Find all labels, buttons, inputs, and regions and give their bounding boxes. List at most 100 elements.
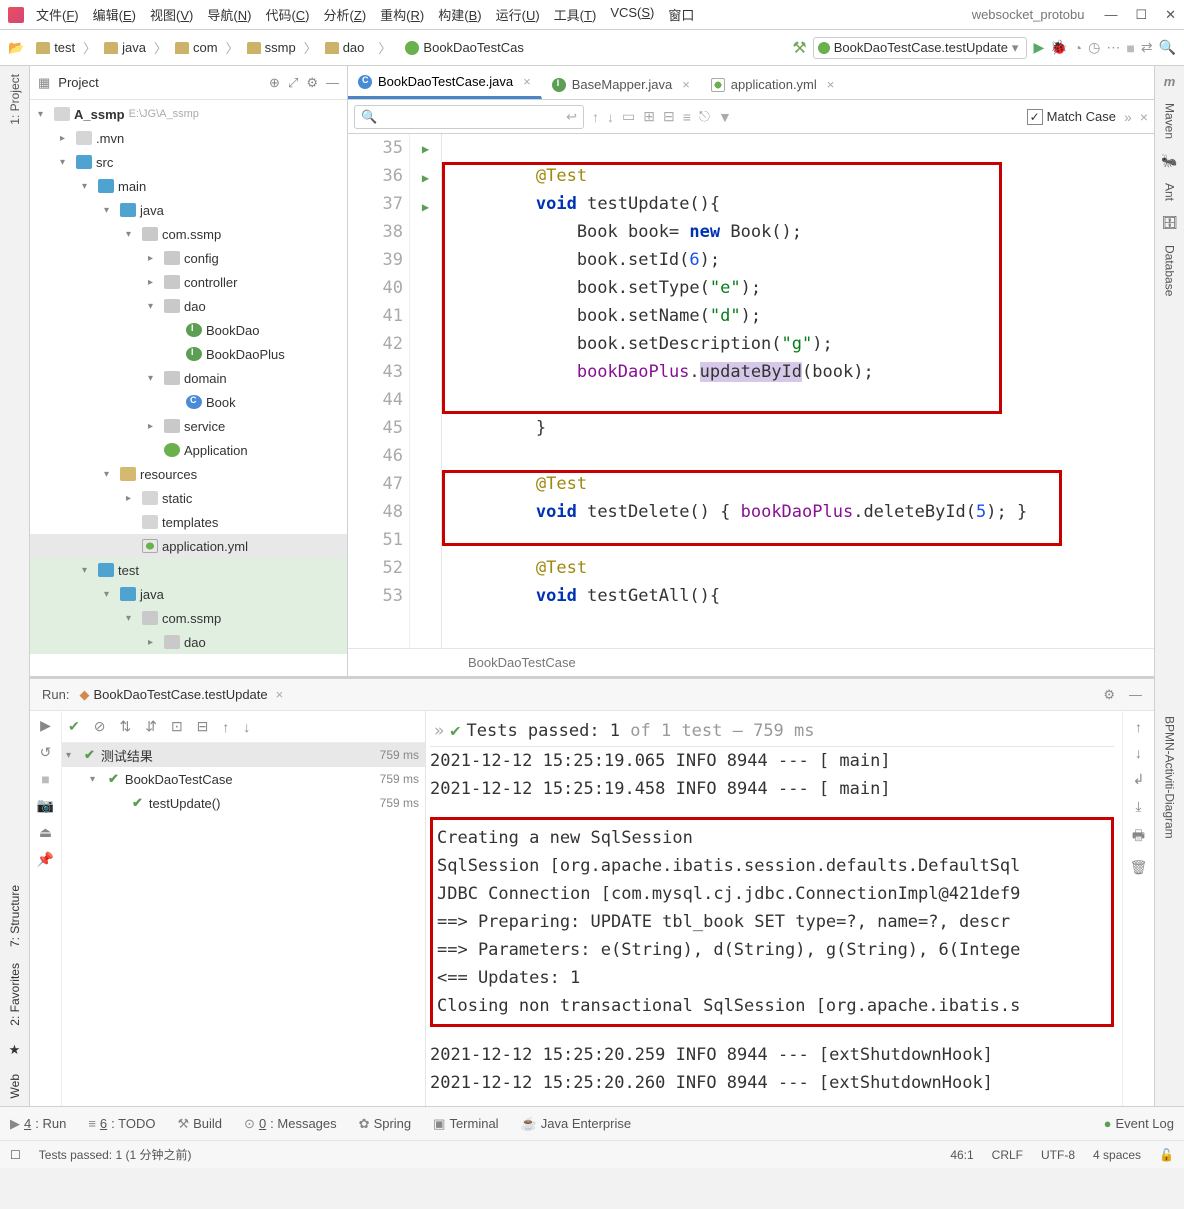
run-config-tab[interactable]: ◆ BookDaoTestCase.testUpdate × [79,687,283,703]
run-hide-icon[interactable]: — [1129,687,1142,703]
sort-dur-icon[interactable]: ⇵ [145,718,157,735]
tree-item[interactable]: ▾resources [30,462,347,486]
tool-maven-tab[interactable]: Maven [1163,103,1177,139]
database-icon[interactable]: 🗄 [1161,215,1178,231]
tree-item[interactable]: ▾main [30,174,347,198]
tree-item[interactable]: ▸service [30,414,347,438]
expand-all-icon[interactable]: ⤢ [288,75,298,91]
breadcrumb-item[interactable]: dao [319,38,371,57]
expand-icon[interactable]: ⊡ [171,718,183,735]
tree-item[interactable]: templates [30,510,347,534]
tree-item[interactable]: ▾java [30,198,347,222]
close-tab-icon[interactable]: × [827,77,835,92]
tool-favorites-tab[interactable]: 2: Favorites [8,963,22,1026]
next-test-icon[interactable]: ↓ [243,719,250,735]
tree-item[interactable]: ▾test [30,558,347,582]
stop-run-icon[interactable]: ■ [41,771,49,787]
event-log-tab[interactable]: ● Event Log [1104,1116,1174,1131]
run-icon[interactable]: ▶ [1033,39,1044,56]
test-tree-item[interactable]: ▾✔BookDaoTestCase759 ms [62,767,425,791]
tree-item[interactable]: ▸dao [30,630,347,654]
prev-test-icon[interactable]: ↑ [222,719,229,735]
scroll-up-icon[interactable]: ↑ [1135,719,1142,735]
menu-item[interactable]: 分析(Z) [324,5,367,24]
close-findbar-icon[interactable]: × [1140,109,1148,125]
tool-web-tab[interactable]: Web [8,1074,22,1098]
show-passed-icon[interactable]: ✔ [68,718,80,735]
run-settings-icon[interactable]: ⚙ [1103,687,1115,703]
editor-tab[interactable]: BaseMapper.java× [542,70,701,99]
pin-icon[interactable]: ⎋ [699,108,710,125]
caret-pos[interactable]: 46:1 [950,1148,973,1162]
gear-icon[interactable]: ⚙ [306,75,318,91]
find-input[interactable]: 🔍 ↩ [354,105,584,129]
tree-item[interactable]: ▾java [30,582,347,606]
maven-m-icon[interactable]: m [1164,74,1176,89]
update-icon[interactable]: ⇄ [1141,39,1153,56]
code-editor[interactable]: 3536373839404142434445464748515253 ▶▶▶ @… [348,134,1154,648]
tool-database-tab[interactable]: Database [1163,245,1177,296]
editor-tab[interactable]: BookDaoTestCase.java× [348,67,542,99]
bottom-tab[interactable]: ▣ Terminal [433,1116,498,1132]
maximize-icon[interactable]: ☐ [1135,7,1147,23]
history-icon[interactable]: ↩ [566,109,577,125]
tree-item[interactable]: BookDaoPlus [30,342,347,366]
tool-bpmn-tab[interactable]: BPMN-Activiti-Diagram [1163,716,1177,839]
tree-item[interactable]: application.yml [30,534,347,558]
menu-item[interactable]: 窗口 [668,5,694,24]
ant-icon[interactable]: 🐜 [1161,153,1177,169]
exit-icon[interactable]: ⏏ [39,824,52,841]
editor-breadcrumb[interactable]: BookDaoTestCase [348,648,1154,676]
close-icon[interactable]: ✕ [1165,7,1176,23]
dump-icon[interactable]: 📷 [37,797,54,814]
bottom-tab[interactable]: ⚒ Build [177,1116,222,1132]
tree-item[interactable]: Book [30,390,347,414]
menu-item[interactable]: 重构(R) [380,5,424,24]
profile-icon[interactable]: ◷ [1088,39,1100,56]
add-selection-icon[interactable]: ⊞ [643,108,655,125]
menu-item[interactable]: 导航(N) [207,5,251,24]
match-case-checkbox[interactable]: ✓ Match Case [1027,109,1116,125]
more-icon[interactable]: » [1124,109,1132,125]
gutter-icons[interactable]: ▶▶▶ [410,134,442,648]
select-opened-icon[interactable]: ⊕ [269,75,280,91]
tree-item[interactable]: ▾com.ssmp [30,222,347,246]
bottom-tab[interactable]: ▶ 4: Run [10,1116,66,1132]
line-sep[interactable]: CRLF [992,1148,1023,1162]
tool-ant-tab[interactable]: Ant [1163,183,1177,201]
pin-run-icon[interactable]: 📌 [37,851,54,868]
console-output[interactable]: » ✔ Tests passed: 1 of 1 test – 759 ms 2… [426,711,1122,1106]
select-all-icon[interactable]: ▭ [622,108,635,125]
menu-item[interactable]: 视图(V) [150,5,193,24]
menu-item[interactable]: 运行(U) [496,5,540,24]
minimize-icon[interactable]: — [1104,7,1117,23]
menu-item[interactable]: 编辑(E) [93,5,136,24]
collapse-icon[interactable]: ⊟ [197,718,209,735]
bottom-tab[interactable]: ☕ Java Enterprise [521,1116,632,1132]
hide-icon[interactable]: — [326,75,339,90]
stop-icon[interactable]: ■ [1126,40,1134,56]
scroll-down-icon[interactable]: ↓ [1135,745,1142,761]
scroll-end-icon[interactable]: ⤓ [1135,798,1141,815]
tree-item[interactable]: Application [30,438,347,462]
menu-item[interactable]: 构建(B) [438,5,481,24]
attach-icon[interactable]: ⋯ [1106,39,1120,56]
prev-match-icon[interactable]: ↑ [592,109,599,125]
test-tree-item[interactable]: ▾✔测试结果759 ms [62,743,425,767]
find-icon[interactable]: 🔍 [1159,39,1176,56]
close-tab-icon[interactable]: × [276,687,284,702]
tool-structure-tab[interactable]: 7: Structure [8,885,22,947]
toggle-icon[interactable]: ≡ [683,109,691,125]
tree-item[interactable]: ▾com.ssmp [30,606,347,630]
run-test-tree[interactable]: ▾✔测试结果759 ms▾✔BookDaoTestCase759 ms✔test… [62,743,425,1106]
tree-item[interactable]: ▸static [30,486,347,510]
encoding[interactable]: UTF-8 [1041,1148,1075,1162]
toggle-auto-icon[interactable]: ↺ [40,744,52,761]
menu-item[interactable]: 代码(C) [265,5,309,24]
menu-item[interactable]: VCS(S) [610,5,654,24]
breadcrumb-item[interactable]: com [169,38,224,57]
show-ignored-icon[interactable]: ⊘ [94,718,106,735]
menu-item[interactable]: 文件(F) [36,5,79,24]
tree-item[interactable]: ▸config [30,246,347,270]
tree-item[interactable]: ▸.mvn [30,126,347,150]
